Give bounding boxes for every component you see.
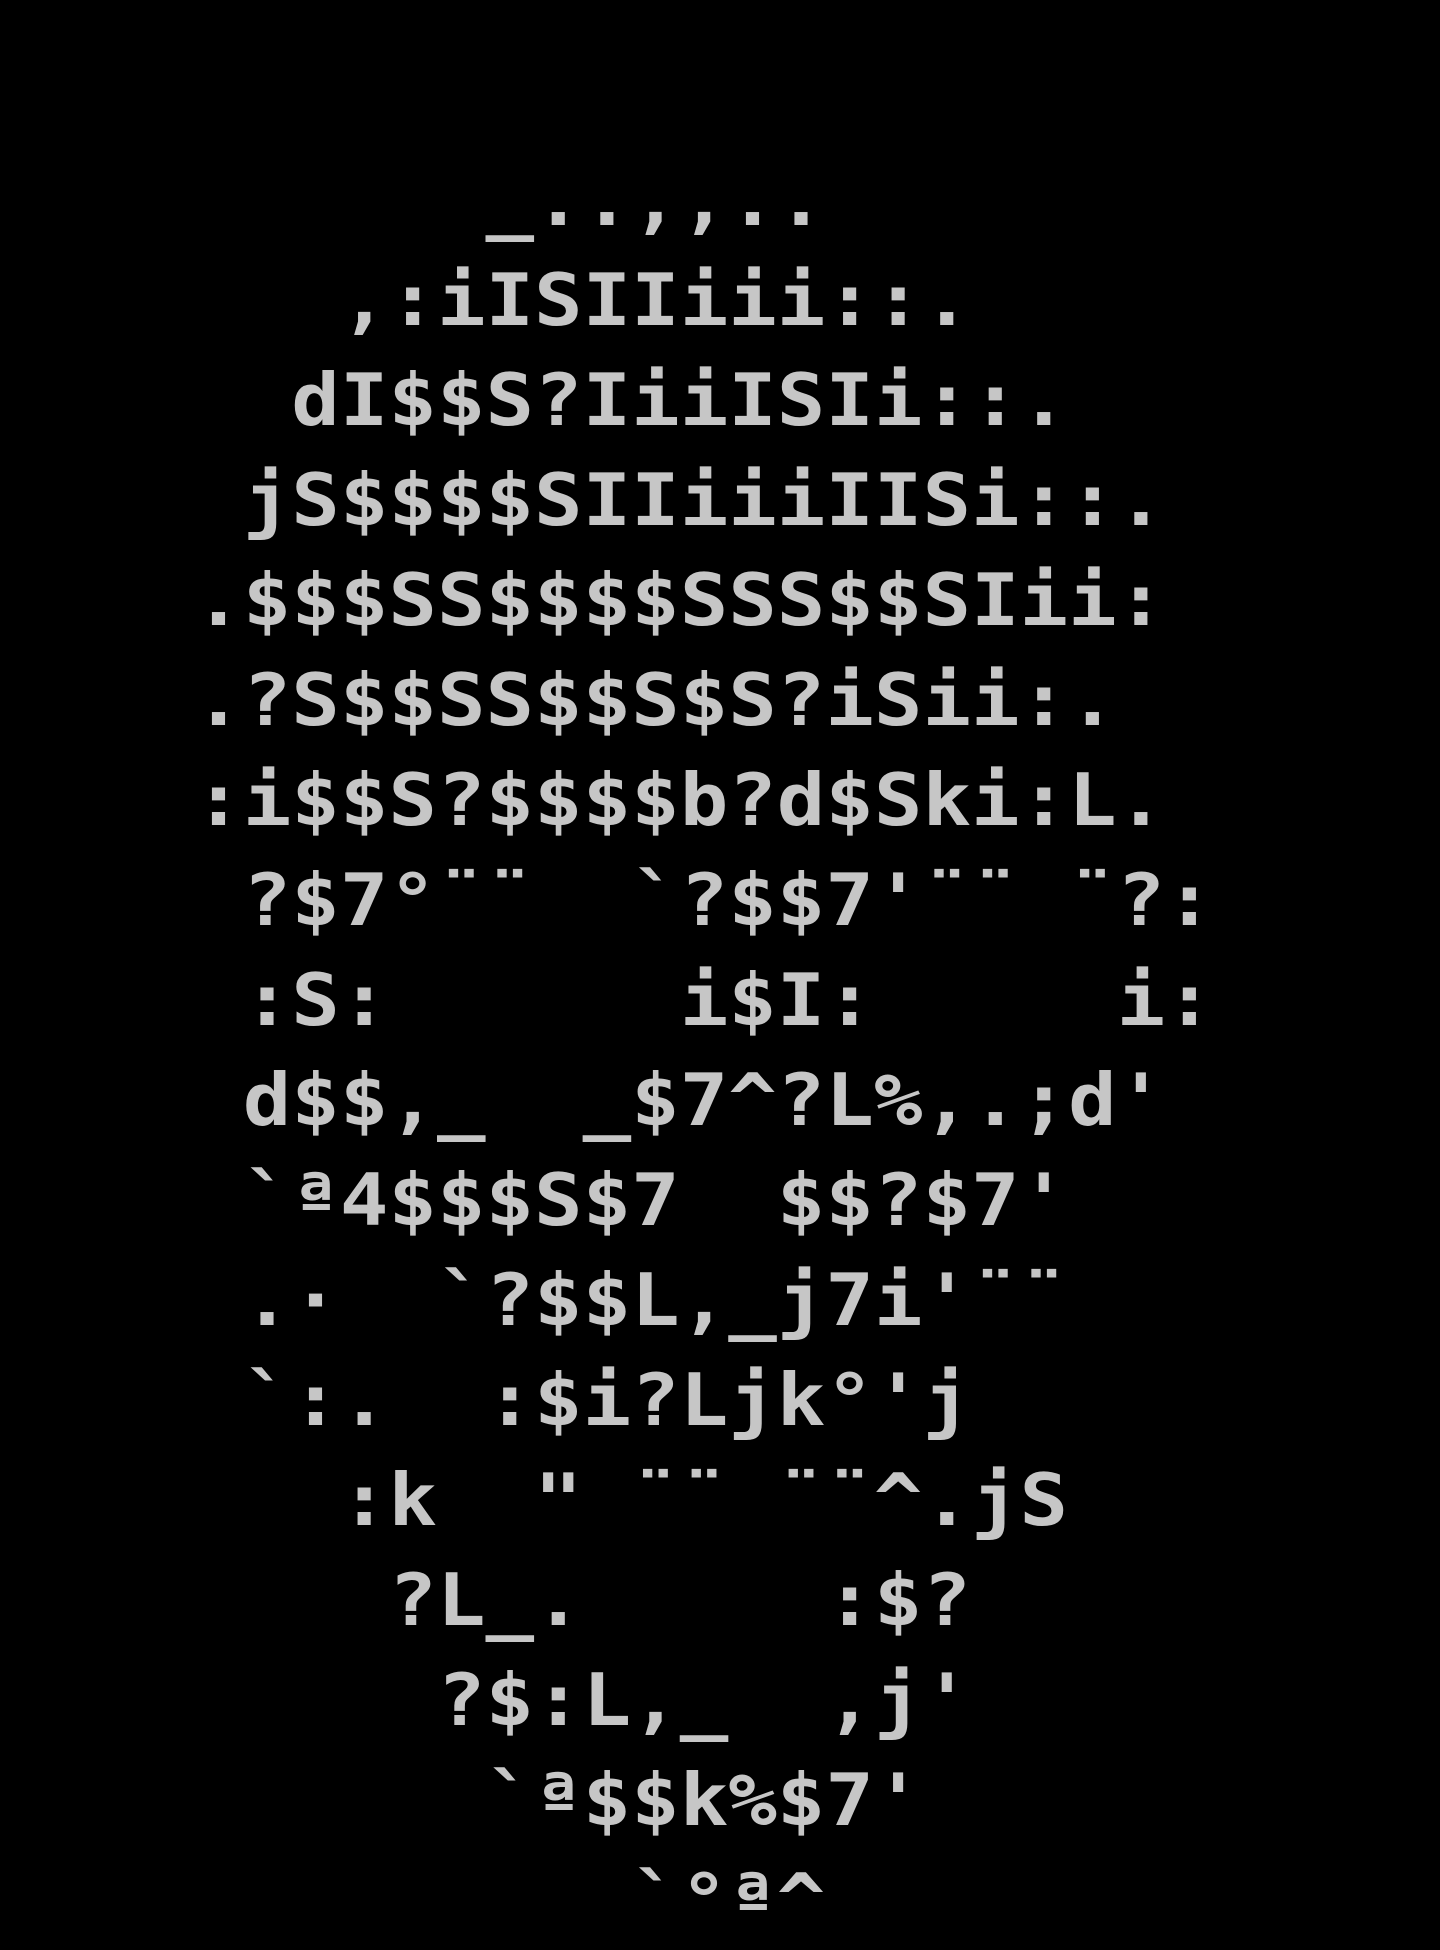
ascii-skull-art: _..,,.. ,:iISIIiii::. dI$$S?IiiISIi::. j… <box>0 150 1214 1950</box>
ascii-art-line: :S: i$I: i: <box>0 958 1214 1042</box>
ascii-art-line: ,:iISIIiii::. <box>0 258 971 342</box>
ascii-art-line: ?$:L,_ ,j' <box>0 1658 971 1742</box>
ascii-art-line: .· `?$$L,_j7i'¨¨ <box>0 1258 1069 1342</box>
terminal-screen: _..,,.. ,:iISIIiii::. dI$$S?IiiISIi::. j… <box>0 0 1440 1942</box>
ascii-art-line: :k " ¨¨ ¨¨^.jS <box>0 1458 1069 1542</box>
ascii-art-line: dI$$S?IiiISIi::. <box>0 358 1069 442</box>
ascii-art-line: `:. :$i?Ljk°'j <box>0 1358 971 1442</box>
ascii-art-line: _..,,.. <box>0 158 826 242</box>
ascii-art-line: `°ª^ <box>0 1858 826 1942</box>
ascii-art-line: `ª4$$$S$7 $$?$7' <box>0 1158 1069 1242</box>
ascii-art-line: :i$$S?$$$$b?d$Ski:L. <box>0 758 1166 842</box>
ascii-art-line: ?$7°¨¨ `?$$7'¨¨ ¨?: <box>0 858 1214 942</box>
ascii-art-line: ?L_. :$? <box>0 1558 971 1642</box>
ascii-art-line: .?S$$SS$$S$S?iSii:. <box>0 658 1117 742</box>
ascii-art-line: jS$$$$SIIiiiIISi::. <box>0 458 1166 542</box>
ascii-art-line: `ª$$k%$7' <box>0 1758 923 1842</box>
ascii-art-line: d$$,_ _$7^?L%,.;d' <box>0 1058 1166 1142</box>
ascii-art-line: .$$$SS$$$$SSS$$SIii: <box>0 558 1166 642</box>
